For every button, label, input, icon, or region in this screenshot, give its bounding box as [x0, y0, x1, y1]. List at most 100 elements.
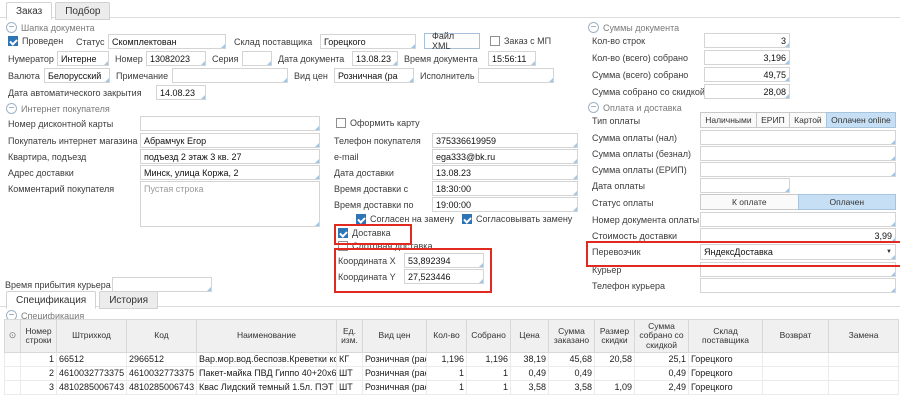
number-field[interactable]: 13082023	[146, 51, 206, 66]
column-header[interactable]: Вид цен	[363, 320, 427, 353]
status-field[interactable]: Скомплектован	[108, 34, 226, 49]
currency-field[interactable]: Белорусский	[44, 68, 110, 83]
erip-sum-field[interactable]	[700, 162, 896, 177]
document-time-field[interactable]: 15:56:11	[488, 51, 536, 66]
table-cell[interactable]: Розничная (рас	[363, 353, 427, 367]
table-cell[interactable]: 45,68	[549, 353, 595, 367]
carrier-select[interactable]: ЯндексДоставка ▼	[700, 244, 896, 260]
table-cell[interactable]: 1	[427, 381, 467, 395]
table-cell[interactable]: 1	[467, 381, 511, 395]
payment-type-option-3[interactable]: Картой	[789, 112, 827, 128]
delivery-address-field[interactable]: Минск, улица Коржа, 2	[140, 165, 320, 180]
note-field[interactable]	[172, 68, 288, 83]
column-header[interactable]: Ед. изм.	[337, 320, 363, 353]
column-header[interactable]: Замена	[829, 320, 899, 353]
discounted-sum-field[interactable]: 28,08	[704, 84, 790, 99]
table-cell[interactable]: 1	[21, 353, 57, 367]
xml-file-button[interactable]: Файл XML	[424, 33, 480, 49]
payment-status-option-1[interactable]: К оплате	[700, 194, 799, 210]
table-cell[interactable]: 0,49	[635, 367, 689, 381]
courier-arrival-time-field[interactable]	[112, 277, 212, 292]
table-cell[interactable]: 1,196	[467, 353, 511, 367]
column-header[interactable]: ⊙	[5, 320, 21, 353]
collected-qty-field[interactable]: 3,196	[704, 50, 790, 65]
column-header[interactable]: Код	[127, 320, 197, 353]
table-cell[interactable]: 1,09	[595, 381, 635, 395]
courier-phone-field[interactable]	[700, 278, 896, 293]
table-cell[interactable]: 1,196	[427, 353, 467, 367]
table-cell[interactable]: 4810285006743	[57, 381, 127, 395]
table-cell[interactable]: 38,19	[511, 353, 549, 367]
collapse-icon[interactable]	[6, 22, 17, 33]
supplier-warehouse-field[interactable]: Горецкого	[320, 34, 416, 49]
email-field[interactable]: ega333@bk.ru	[432, 149, 578, 164]
delivery-date-field[interactable]: 13.08.23	[432, 165, 578, 180]
table-cell[interactable]: Горецкого	[689, 367, 763, 381]
column-header[interactable]: Собрано	[467, 320, 511, 353]
tab-history[interactable]: История	[99, 291, 158, 309]
table-cell[interactable]	[829, 353, 899, 367]
discount-card-field[interactable]	[140, 116, 320, 131]
executor-field[interactable]	[478, 68, 554, 83]
column-header[interactable]: Штрихкод	[57, 320, 127, 353]
table-cell[interactable]: ШТ	[337, 367, 363, 381]
table-cell[interactable]: Пакет-майка ПВД Гиппо 40+20х65/50 мкм се…	[197, 367, 337, 381]
table-cell[interactable]: 1	[467, 367, 511, 381]
table-cell[interactable]: 20,58	[595, 353, 635, 367]
column-header[interactable]: Размер скидки	[595, 320, 635, 353]
coordinate-y-field[interactable]: 27,523446	[404, 269, 484, 284]
table-cell[interactable]	[595, 367, 635, 381]
lines-count-field[interactable]: 3	[704, 33, 790, 48]
series-field[interactable]	[242, 51, 272, 66]
price-type-field[interactable]: Розничная (ра	[334, 68, 414, 83]
payment-status-option-2[interactable]: Оплачен	[798, 194, 896, 210]
mp-order-checkbox[interactable]: Заказ с МП	[490, 36, 551, 46]
table-cell[interactable]: 2	[21, 367, 57, 381]
table-cell[interactable]	[5, 381, 21, 395]
table-cell[interactable]	[829, 381, 899, 395]
collapse-icon[interactable]	[6, 103, 17, 114]
table-cell[interactable]: Розничная (рас	[363, 381, 427, 395]
table-cell[interactable]: 66512	[57, 353, 127, 367]
table-cell[interactable]	[829, 367, 899, 381]
issue-card-checkbox[interactable]: Оформить карту	[336, 118, 420, 128]
cash-sum-field[interactable]	[700, 130, 896, 145]
payment-type-option-2[interactable]: ЕРИП	[756, 112, 790, 128]
table-cell[interactable]: 0,49	[511, 367, 549, 381]
column-header[interactable]: Сумма заказано	[549, 320, 595, 353]
collapse-icon[interactable]	[588, 22, 599, 33]
payment-type-option-4[interactable]: Оплачен online	[826, 112, 896, 128]
table-cell[interactable]: 2,49	[635, 381, 689, 395]
collapse-icon[interactable]	[588, 102, 599, 113]
table-cell[interactable]: 4810285006743	[127, 381, 197, 395]
table-cell[interactable]: 3,58	[511, 381, 549, 395]
column-header[interactable]: Сумма собрано со скидкой	[635, 320, 689, 353]
approve-replace-checkbox[interactable]: Согласовывать замену	[462, 214, 572, 224]
collected-sum-field[interactable]: 49,75	[704, 67, 790, 82]
slot-delivery-checkbox[interactable]: Слотовая доставка	[338, 241, 432, 251]
apartment-field[interactable]: подъезд 2 этаж 3 кв. 27	[140, 149, 320, 164]
customer-comment-field[interactable]: Пустая строка	[140, 181, 320, 227]
table-row[interactable]: 246100327733754610032773375Пакет-майка П…	[5, 367, 899, 381]
customer-field[interactable]: Абрамчук Егор	[140, 133, 320, 148]
table-cell[interactable]: КГ	[337, 353, 363, 367]
table-cell[interactable]: Горецкого	[689, 353, 763, 367]
tab-specification[interactable]: Спецификация	[6, 291, 96, 309]
customer-phone-field[interactable]: 375336619959	[432, 133, 578, 148]
table-cell[interactable]: 3	[21, 381, 57, 395]
table-cell[interactable]: 4610032773375	[127, 367, 197, 381]
payment-doc-number-field[interactable]	[700, 212, 896, 227]
delivery-time-to-field[interactable]: 19:00:00	[432, 197, 578, 212]
column-header[interactable]: Кол-во	[427, 320, 467, 353]
table-cell[interactable]: 3,58	[549, 381, 595, 395]
table-cell[interactable]: 25,1	[635, 353, 689, 367]
payment-date-field[interactable]	[700, 178, 790, 193]
column-header[interactable]: Цена	[511, 320, 549, 353]
table-cell[interactable]: 0,49	[549, 367, 595, 381]
table-cell[interactable]: Горецкого	[689, 381, 763, 395]
document-date-field[interactable]: 13.08.23	[352, 51, 398, 66]
table-cell[interactable]: Вар.мор.вод.беспозв.Креветки корол. м/р …	[197, 353, 337, 367]
posted-checkbox[interactable]: Проведен	[8, 36, 63, 46]
cashless-sum-field[interactable]	[700, 146, 896, 161]
agree-replace-checkbox[interactable]: Согласен на замену	[356, 214, 454, 224]
